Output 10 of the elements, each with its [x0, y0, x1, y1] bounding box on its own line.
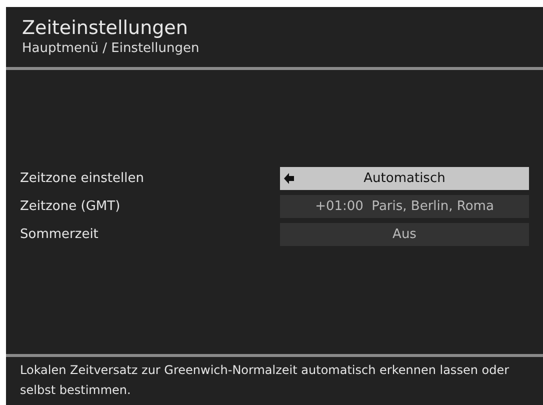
help-text: Lokalen Zeitversatz zur Greenwich-Normalzeit automatisch erkennen lassen oder selbst bestimmen.	[20, 362, 510, 399]
setting-label: Zeitzone einstellen	[20, 171, 145, 186]
setting-value[interactable]: +01:00 Paris, Berlin, Roma	[280, 195, 529, 218]
left-arrow-icon	[284, 173, 294, 184]
setting-label: Sommerzeit	[20, 227, 100, 242]
page-title: Zeiteinstellungen	[22, 16, 189, 40]
setting-value[interactable]: Aus	[280, 223, 529, 246]
setting-label: Zeitzone (GMT)	[20, 199, 122, 214]
breadcrumb: Hauptmenü / Einstellungen	[22, 40, 200, 57]
setting-value[interactable]: Automatisch	[280, 167, 529, 190]
